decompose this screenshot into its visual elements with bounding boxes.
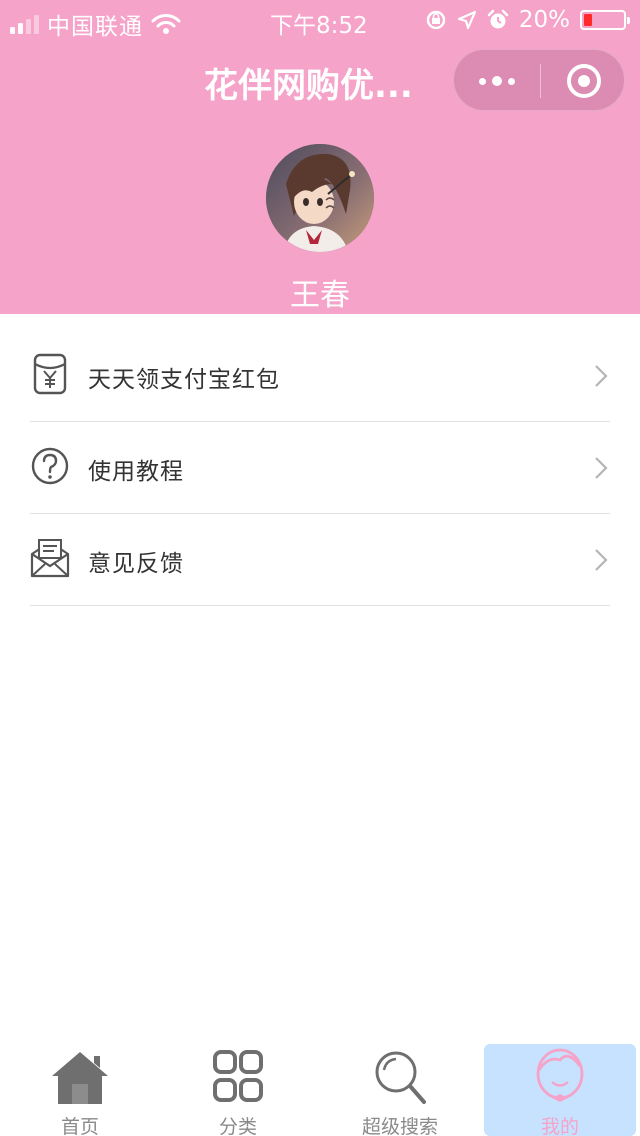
battery-percent: 20% bbox=[518, 7, 570, 33]
menu-item-label: 使用教程 bbox=[88, 459, 184, 485]
target-icon bbox=[566, 64, 601, 98]
tab-super-search[interactable]: 超级搜索 bbox=[320, 1040, 480, 1136]
menu-item-label: 意见反馈 bbox=[88, 551, 184, 577]
menu-item-red-packet[interactable]: 天天领支付宝红包 bbox=[30, 330, 610, 422]
question-icon bbox=[31, 447, 69, 485]
miniprogram-capsule bbox=[453, 49, 625, 111]
status-bar: 中国联通 下午8:52 20% bbox=[0, 0, 640, 40]
screen: 中国联通 下午8:52 20% 花伴网购优... 王春 天天领支付宝红包 使用教… bbox=[0, 0, 640, 1136]
chevron-right-icon bbox=[595, 457, 608, 479]
tab-label: 我的 bbox=[540, 1116, 579, 1136]
tab-label: 分类 bbox=[218, 1116, 257, 1136]
more-dot-icon bbox=[479, 77, 486, 85]
tab-label: 首页 bbox=[60, 1116, 99, 1136]
avatar[interactable] bbox=[266, 144, 374, 252]
grid-icon bbox=[213, 1050, 263, 1102]
chevron-right-icon bbox=[595, 365, 608, 387]
status-time: 下午8:52 bbox=[270, 13, 368, 39]
tab-bar: 首页 分类 超级搜索 我的 bbox=[0, 1040, 640, 1136]
page-title: 花伴网购优... bbox=[204, 66, 413, 106]
menu-item-feedback[interactable]: 意见反馈 bbox=[30, 514, 610, 606]
status-left: 中国联通 bbox=[10, 7, 181, 41]
carrier-name: 中国联通 bbox=[47, 14, 143, 40]
chevron-right-icon bbox=[595, 549, 608, 571]
tab-mine[interactable]: 我的 bbox=[484, 1044, 636, 1136]
mail-icon bbox=[30, 539, 70, 578]
wifi-icon bbox=[151, 14, 181, 34]
status-right: 20% bbox=[425, 7, 630, 33]
tab-home[interactable]: 首页 bbox=[0, 1040, 160, 1136]
red-packet-icon bbox=[33, 353, 67, 395]
battery-icon bbox=[580, 10, 630, 30]
signal-icon bbox=[10, 14, 39, 34]
avatar-image bbox=[266, 144, 374, 252]
alarm-icon bbox=[487, 9, 509, 29]
menu-item-label: 天天领支付宝红包 bbox=[88, 367, 280, 393]
tab-label: 超级搜索 bbox=[361, 1116, 438, 1136]
menu-item-tutorial[interactable]: 使用教程 bbox=[30, 422, 610, 514]
user-name: 王春 bbox=[290, 278, 350, 313]
home-icon bbox=[52, 1052, 108, 1104]
close-miniprogram-button[interactable] bbox=[541, 50, 626, 112]
tab-category[interactable]: 分类 bbox=[158, 1040, 318, 1136]
more-dot-icon bbox=[508, 77, 515, 85]
search-icon bbox=[375, 1051, 426, 1104]
profile-header: 中国联通 下午8:52 20% 花伴网购优... 王春 bbox=[0, 0, 640, 314]
more-dot-icon bbox=[492, 76, 502, 86]
user-icon bbox=[536, 1048, 584, 1102]
rotation-lock-icon bbox=[426, 10, 446, 30]
more-button[interactable] bbox=[454, 50, 540, 112]
location-icon bbox=[457, 10, 476, 30]
